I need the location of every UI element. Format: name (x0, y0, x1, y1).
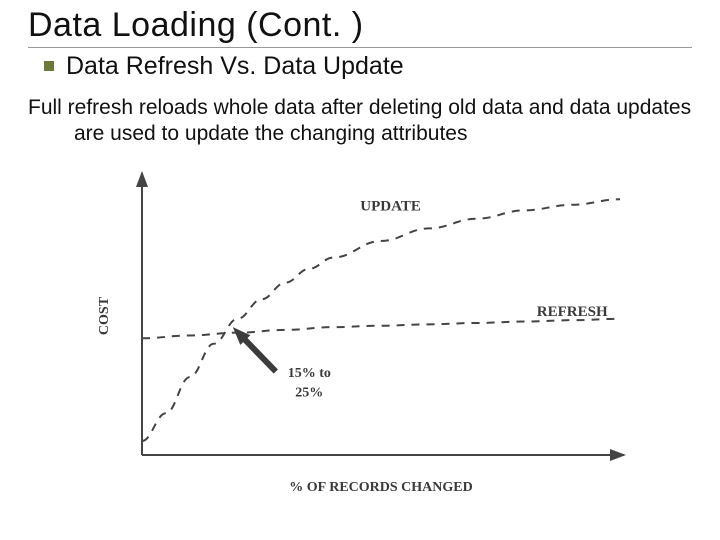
page-title: Data Loading (Cont. ) (28, 8, 692, 48)
subtitle-row: Data Refresh Vs. Data Update (44, 52, 692, 81)
subtitle-text: Data Refresh Vs. Data Update (66, 52, 404, 81)
chart-annotation: 25% (295, 386, 323, 401)
y-axis-label: COST (97, 296, 112, 335)
slide: Data Loading (Cont. ) Data Refresh Vs. D… (0, 0, 720, 540)
body-text-wrap: Full refresh reloads whole data after de… (28, 95, 692, 148)
chart-annotation: UPDATE (360, 199, 421, 215)
bullet-square-icon (44, 61, 54, 71)
chart-svg: UPDATE REFRESH 15% to 25% % OF RECORDS CHANG… (80, 163, 640, 503)
chart-annotation: REFRESH (537, 304, 608, 320)
annotation-arrow-icon (233, 327, 278, 374)
chart: UPDATE REFRESH 15% to 25% % OF RECORDS CHANG… (80, 163, 640, 503)
body-text: Full refresh reloads whole data after de… (28, 95, 692, 148)
chart-annotation: 15% to (288, 366, 331, 381)
x-axis-label: % OF RECORDS CHANGED (289, 480, 472, 495)
series-refresh (142, 319, 620, 338)
